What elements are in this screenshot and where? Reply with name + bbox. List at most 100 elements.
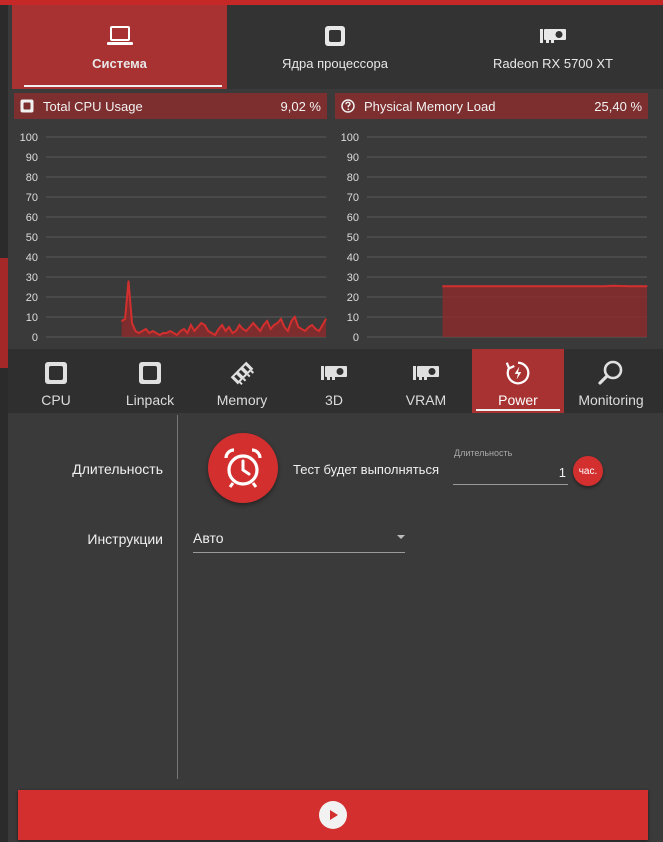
chevron-down-icon [397, 535, 405, 539]
top-tab-bar: Система Ядра процессора Radeon RX 5700 X… [12, 5, 663, 89]
data-point [308, 326, 310, 328]
data-point [166, 332, 168, 334]
data-point [612, 285, 614, 287]
chart-title: Total CPU Usage [43, 98, 143, 114]
data-point [297, 326, 299, 328]
instructions-selected-value: Авто [193, 530, 224, 546]
data-point [186, 332, 189, 334]
tab-3d[interactable]: 3D [288, 349, 380, 413]
tab-cpu-cores[interactable]: Ядра процессора [227, 5, 443, 89]
data-point [273, 324, 275, 326]
data-point [131, 322, 133, 324]
y-tick-label: 0 [32, 332, 38, 344]
y-tick-label: 0 [353, 332, 359, 344]
divider [177, 415, 178, 779]
data-point [467, 285, 469, 287]
data-point [569, 285, 571, 287]
data-point [121, 320, 123, 322]
gpu-card-icon [320, 359, 348, 387]
y-tick-label: 70 [26, 192, 38, 204]
memory-load-chart: Physical Memory Load 25,40 % 100 90 80 70 60… [335, 93, 648, 347]
data-point [155, 332, 157, 334]
y-tick-label: 90 [347, 152, 359, 164]
data-point [193, 330, 195, 332]
data-point [228, 326, 230, 328]
data-point [501, 285, 503, 287]
duration-input[interactable] [453, 461, 568, 485]
alarm-clock-icon [208, 433, 278, 503]
data-point [535, 285, 537, 287]
cpu-chart-plot: 1009080706050403020100 [20, 132, 327, 344]
y-tick-label: 100 [20, 132, 38, 144]
y-tick-label: 30 [347, 272, 359, 284]
tab-vram[interactable]: VRAM [380, 349, 472, 413]
data-point [321, 324, 324, 326]
tab-cpu[interactable]: CPU [8, 349, 104, 413]
data-point [269, 328, 272, 330]
chart-value: 9,02 % [280, 98, 321, 114]
tab-memory[interactable]: Memory [196, 349, 288, 413]
data-point [287, 330, 289, 332]
duration-unit-button[interactable]: час. [573, 456, 603, 486]
data-point [586, 285, 588, 287]
tab-label: Ядра процессора [282, 55, 388, 71]
data-point [127, 280, 130, 282]
tab-gpu[interactable]: Radeon RX 5700 XT [443, 5, 663, 89]
tab-system[interactable]: Система [12, 5, 227, 89]
instructions-label: Инструкции [87, 531, 163, 547]
tab-linpack[interactable]: Linpack [104, 349, 196, 413]
data-point [290, 320, 292, 322]
chart-title: Physical Memory Load [364, 98, 496, 114]
data-point [646, 285, 648, 287]
start-test-button[interactable] [18, 790, 648, 840]
test-duration-text: Тест будет выполняться [293, 462, 439, 477]
data-point [266, 320, 268, 322]
data-point [561, 285, 563, 287]
data-point [256, 326, 258, 328]
gpu-card-icon [539, 24, 567, 48]
tab-label: Power [498, 392, 538, 408]
data-point [145, 328, 147, 330]
tab-monitoring[interactable]: Monitoring [564, 349, 658, 413]
data-point [242, 328, 244, 330]
data-point [252, 322, 254, 324]
y-tick-label: 10 [347, 312, 359, 324]
data-point [207, 330, 209, 332]
cpu-chip-icon [42, 359, 70, 387]
data-point [152, 330, 154, 332]
tab-power[interactable]: Power [472, 349, 564, 413]
data-point [134, 330, 137, 332]
instructions-select[interactable]: Авто [193, 526, 405, 553]
data-point [311, 324, 313, 326]
data-point [245, 330, 247, 332]
data-point [442, 285, 444, 287]
data-point [283, 326, 286, 328]
data-point [318, 330, 320, 332]
y-tick-label: 50 [347, 232, 359, 244]
duration-label: Длительность [72, 461, 163, 477]
y-tick-label: 50 [26, 232, 38, 244]
data-point [238, 324, 240, 326]
tab-label: 3D [325, 392, 343, 408]
y-tick-label: 20 [347, 292, 359, 304]
data-point [315, 328, 317, 330]
cpu-chip-icon [20, 99, 34, 113]
laptop-icon [106, 24, 134, 48]
data-point [124, 318, 126, 320]
tab-label: VRAM [405, 392, 447, 408]
data-point [235, 330, 237, 332]
data-point [637, 285, 640, 287]
data-point [620, 285, 623, 287]
data-point [141, 330, 143, 332]
power-settings-panel: Длительность Тест будет выполняться Длит… [8, 413, 663, 785]
y-tick-label: 40 [26, 252, 38, 264]
data-point [493, 285, 495, 287]
data-point [325, 318, 327, 320]
data-point [603, 285, 606, 287]
data-point [280, 318, 282, 320]
chart-header: Total CPU Usage 9,02 % [14, 93, 327, 119]
memory-chart-plot: 1009080706050403020100 [341, 132, 648, 344]
data-point [629, 285, 631, 287]
app-window: Система Ядра процессора Radeon RX 5700 X… [8, 5, 663, 842]
chart-value: 25,40 % [594, 98, 642, 114]
